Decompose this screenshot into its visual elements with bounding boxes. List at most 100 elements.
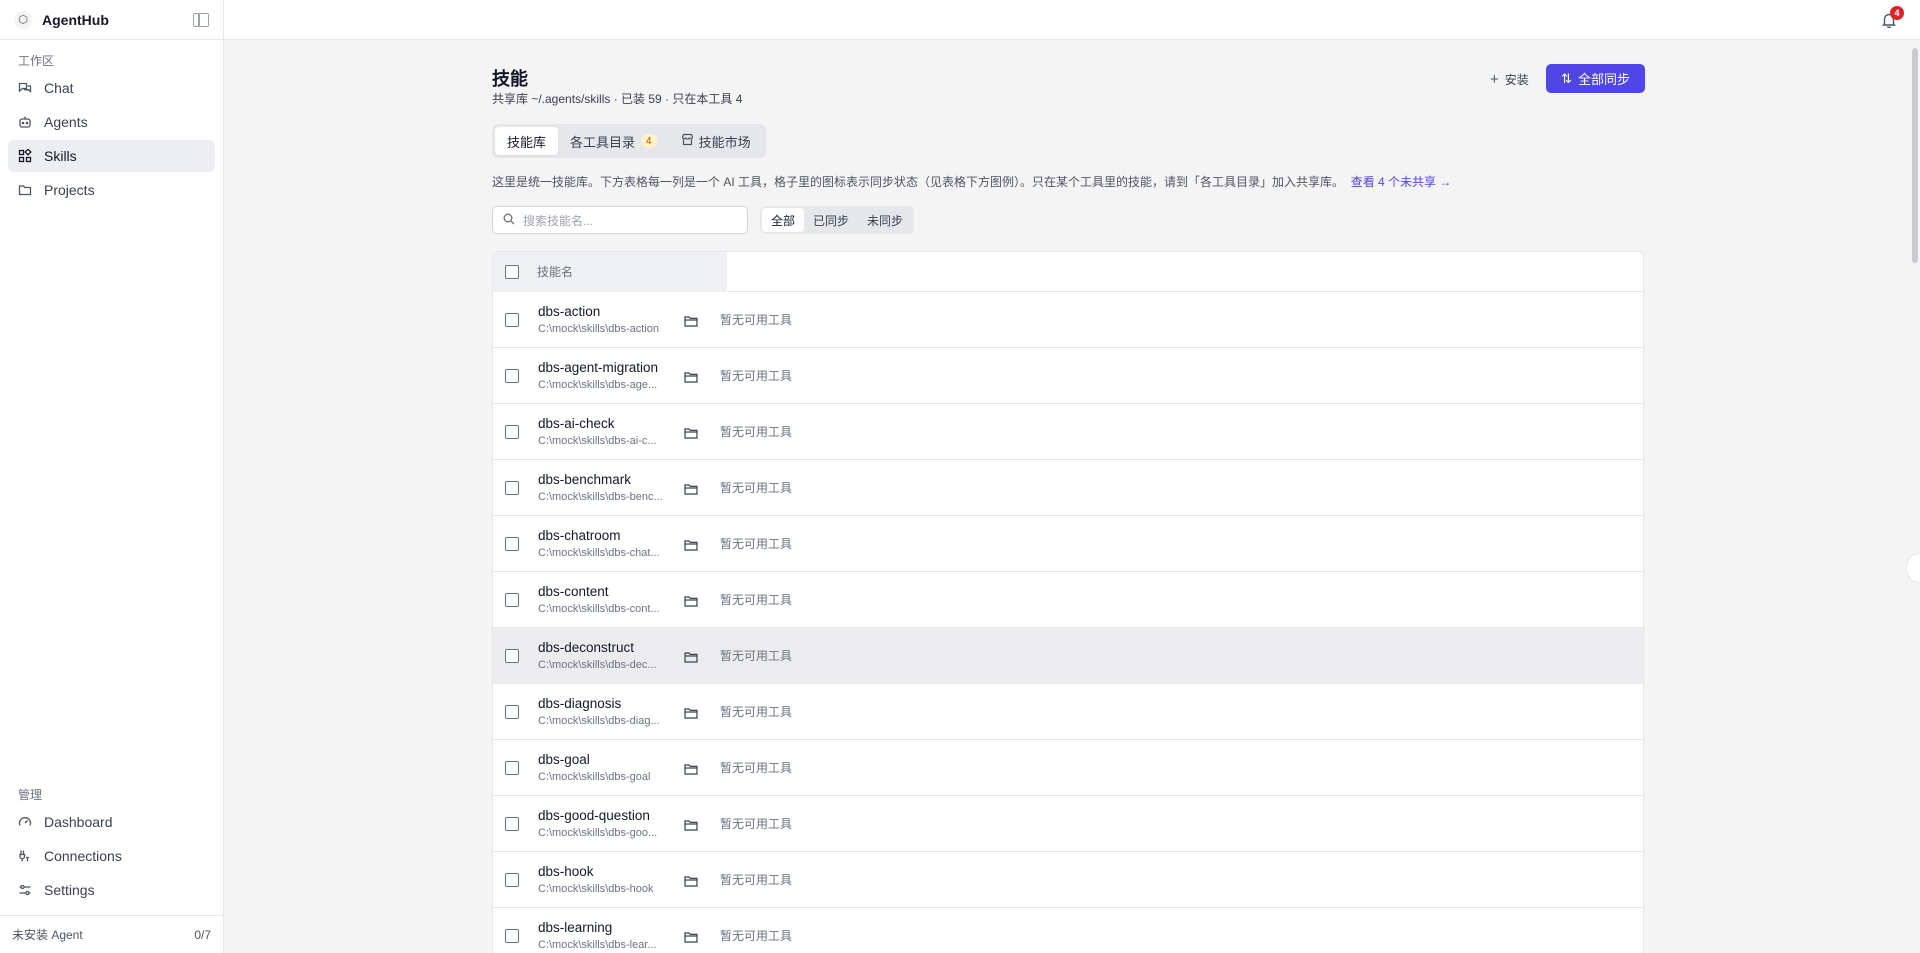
skill-name: dbs-learning bbox=[538, 920, 613, 935]
open-folder-icon[interactable] bbox=[684, 650, 698, 663]
view-unshared-link[interactable]: 查看 4 个未共享 → bbox=[1351, 175, 1452, 189]
open-folder-icon[interactable] bbox=[684, 818, 698, 831]
sliders-icon bbox=[18, 883, 32, 897]
brand-bar: ⬡ AgentHub bbox=[0, 0, 223, 40]
app-logo-icon: ⬡ bbox=[14, 10, 32, 29]
table-row[interactable]: dbs-chatroom C:\mock\skills\dbs-chat... 暂无… bbox=[493, 516, 1643, 572]
search-input[interactable]: 搜索技能名... bbox=[492, 206, 748, 234]
skill-path: C:\mock\skills\dbs-diag... bbox=[538, 715, 660, 727]
row-checkbox[interactable] bbox=[505, 368, 519, 383]
skill-path: C:\mock\skills\dbs-goal bbox=[538, 771, 651, 783]
sidebar: ⬡ AgentHub 工作区 Chat Agents Skills Projec… bbox=[0, 0, 224, 953]
sidebar-item-connections[interactable]: Connections bbox=[8, 840, 215, 872]
open-folder-icon[interactable] bbox=[684, 538, 698, 551]
sidebar-collapse-icon[interactable] bbox=[193, 12, 209, 27]
table-row[interactable]: dbs-benchmark C:\mock\skills\dbs-benc... 暂… bbox=[493, 460, 1643, 516]
row-checkbox[interactable] bbox=[505, 872, 519, 887]
sidebar-item-skills[interactable]: Skills bbox=[8, 140, 215, 172]
filter-synced[interactable]: 已同步 bbox=[804, 208, 858, 232]
table-row[interactable]: dbs-action C:\mock\skills\dbs-action 暂无可用工… bbox=[493, 292, 1643, 348]
row-checkbox[interactable] bbox=[505, 928, 519, 943]
sidebar-item-agents[interactable]: Agents bbox=[8, 106, 215, 138]
page-scrollbar[interactable] bbox=[1908, 40, 1920, 953]
search-placeholder: 搜索技能名... bbox=[523, 213, 594, 228]
skill-cell: dbs-good-question C:\mock\skills\dbs-goo.… bbox=[538, 808, 674, 839]
unshared-count-badge: 4 bbox=[641, 134, 657, 148]
sync-all-label: 全部同步 bbox=[1577, 72, 1630, 87]
open-folder-icon[interactable] bbox=[684, 762, 698, 775]
row-checkbox[interactable] bbox=[505, 648, 519, 663]
row-checkbox[interactable] bbox=[505, 760, 519, 775]
tool-status-text: 暂无可用工具 bbox=[720, 425, 793, 439]
skill-name: dbs-deconstruct bbox=[538, 640, 635, 655]
select-all-checkbox[interactable] bbox=[505, 264, 519, 279]
skill-cell: dbs-chatroom C:\mock\skills\dbs-chat... bbox=[538, 528, 674, 559]
skill-cell: dbs-hook C:\mock\skills\dbs-hook bbox=[538, 864, 674, 895]
skills-table: 技能名 dbs-action C:\mock\skills\dbs-action 暂… bbox=[492, 251, 1644, 953]
tool-status-text: 暂无可用工具 bbox=[720, 817, 793, 831]
open-folder-icon[interactable] bbox=[684, 874, 698, 887]
agent-install-status[interactable]: 未安装 Agent 0/7 bbox=[0, 915, 223, 953]
tab-skill-market[interactable]: 技能市场 bbox=[669, 127, 763, 155]
table-row[interactable]: dbs-ai-check C:\mock\skills\dbs-ai-c... 暂无… bbox=[493, 404, 1643, 460]
table-row[interactable]: dbs-agent-migration C:\mock\skills\dbs-ag… bbox=[493, 348, 1643, 404]
skill-column-header: 技能名 bbox=[493, 252, 727, 292]
sidebar-item-projects[interactable]: Projects bbox=[8, 174, 215, 206]
skill-cell: dbs-agent-migration C:\mock\skills\dbs-ag… bbox=[538, 360, 674, 391]
table-row[interactable]: dbs-content C:\mock\skills\dbs-cont... 暂无可… bbox=[493, 572, 1643, 628]
row-checkbox[interactable] bbox=[505, 704, 519, 719]
sync-all-button[interactable]: ⇅ 全部同步 bbox=[1546, 64, 1645, 93]
open-folder-icon[interactable] bbox=[684, 930, 698, 943]
sidebar-item-chat[interactable]: Chat bbox=[8, 72, 215, 104]
tab-tool-directories[interactable]: 各工具目录 4 bbox=[558, 127, 669, 155]
skill-cell: dbs-benchmark C:\mock\skills\dbs-benc... bbox=[538, 472, 674, 503]
skill-cell: dbs-action C:\mock\skills\dbs-action bbox=[538, 304, 674, 335]
notification-badge: 4 bbox=[1890, 6, 1904, 20]
skill-path: C:\mock\skills\dbs-chat... bbox=[538, 547, 660, 559]
sidebar-item-label: Skills bbox=[44, 148, 77, 164]
tool-status-text: 暂无可用工具 bbox=[720, 873, 793, 887]
row-checkbox[interactable] bbox=[505, 312, 519, 327]
topbar: 4 bbox=[224, 0, 1920, 40]
open-folder-icon[interactable] bbox=[684, 706, 698, 719]
row-checkbox[interactable] bbox=[505, 536, 519, 551]
table-row[interactable]: dbs-diagnosis C:\mock\skills\dbs-diag... 暂… bbox=[493, 684, 1643, 740]
table-row[interactable]: dbs-good-question C:\mock\skills\dbs-goo.… bbox=[493, 796, 1643, 852]
open-folder-icon[interactable] bbox=[684, 370, 698, 383]
tab-skill-library[interactable]: 技能库 bbox=[495, 127, 559, 155]
open-folder-icon[interactable] bbox=[684, 482, 698, 495]
row-checkbox[interactable] bbox=[505, 424, 519, 439]
table-row[interactable]: dbs-deconstruct C:\mock\skills\dbs-dec...… bbox=[493, 628, 1643, 684]
skill-name: dbs-chatroom bbox=[538, 528, 621, 543]
sidebar-item-label: Projects bbox=[44, 182, 95, 198]
open-folder-icon[interactable] bbox=[684, 594, 698, 607]
tab-label: 各工具目录 bbox=[570, 134, 636, 150]
filter-all[interactable]: 全部 bbox=[762, 208, 805, 232]
skill-path: C:\mock\skills\dbs-lear... bbox=[538, 939, 657, 951]
tool-status-text: 暂无可用工具 bbox=[720, 313, 793, 327]
sidebar-item-dashboard[interactable]: Dashboard bbox=[8, 806, 215, 838]
install-label: 安装 bbox=[1504, 72, 1529, 87]
row-checkbox[interactable] bbox=[505, 816, 519, 831]
open-folder-icon[interactable] bbox=[684, 426, 698, 439]
page-subtitle: 共享库 ~/.agents/skills · 已装 59 · 只在本工具 4 bbox=[492, 92, 743, 106]
open-folder-icon[interactable] bbox=[684, 314, 698, 327]
notification-bell-icon[interactable]: 4 bbox=[1882, 6, 1904, 29]
page-description: 这里是统一技能库。下方表格每一列是一个 AI 工具，格子里的图标表示同步状态（见… bbox=[492, 173, 1451, 190]
filter-unsynced[interactable]: 未同步 bbox=[858, 208, 912, 232]
app-name: AgentHub bbox=[42, 11, 109, 28]
store-icon bbox=[681, 133, 694, 149]
scrollbar-thumb[interactable] bbox=[1912, 48, 1918, 263]
sidebar-item-settings[interactable]: Settings bbox=[8, 874, 215, 906]
table-row[interactable]: dbs-goal C:\mock\skills\dbs-goal 暂无可用工具 bbox=[493, 740, 1643, 796]
skill-path: C:\mock\skills\dbs-cont... bbox=[538, 603, 660, 615]
table-row[interactable]: dbs-hook C:\mock\skills\dbs-hook 暂无可用工具 bbox=[493, 852, 1643, 908]
row-checkbox[interactable] bbox=[505, 592, 519, 607]
install-button[interactable]: + 安装 bbox=[1484, 66, 1535, 92]
row-checkbox[interactable] bbox=[505, 480, 519, 495]
skill-name-header: 技能名 bbox=[537, 265, 574, 279]
tab-bar: 技能库 各工具目录 4 技能市场 bbox=[492, 124, 766, 158]
bot-icon bbox=[18, 115, 32, 129]
table-row[interactable]: dbs-learning C:\mock\skills\dbs-lear... 暂无… bbox=[493, 908, 1643, 953]
skill-path: C:\mock\skills\dbs-goo... bbox=[538, 827, 658, 839]
